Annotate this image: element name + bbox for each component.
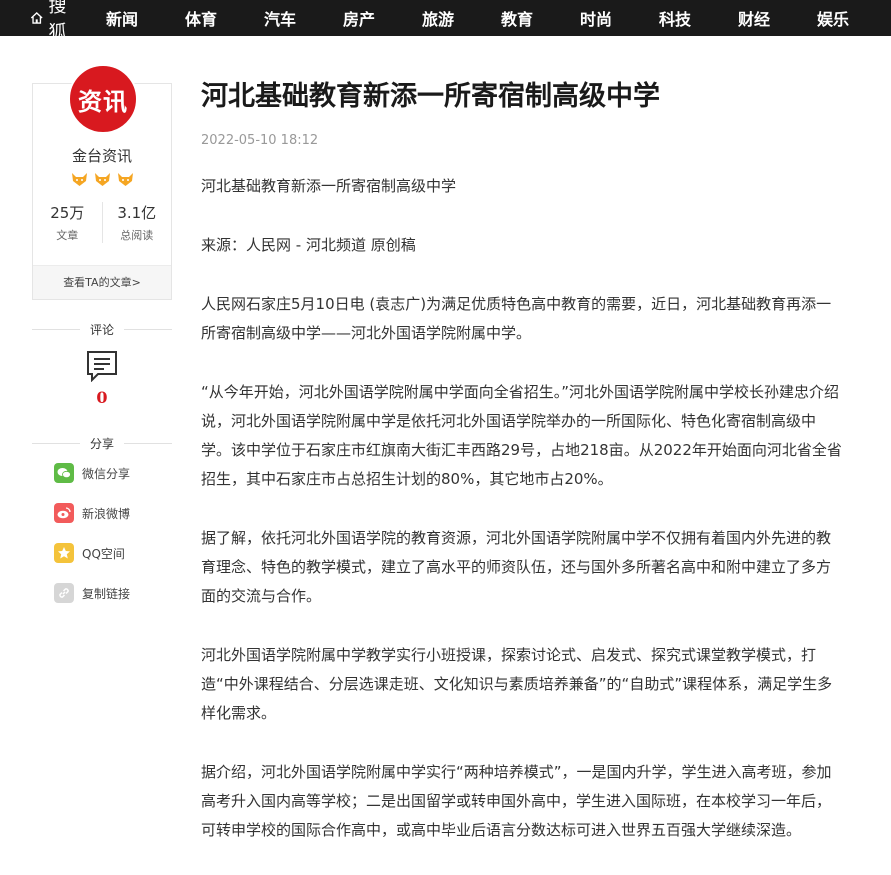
article-paragraph: 来源：人民网 - 河北频道 原创稿 (201, 236, 416, 254)
nav-item-finance[interactable]: 财经 (738, 6, 817, 30)
fox-badge-icon (117, 173, 133, 186)
top-navigation-bar: 搜狐 新闻 体育 汽车 房产 旅游 教育 时尚 科技 财经 娱乐 (0, 0, 891, 36)
sohu-logo[interactable]: 搜狐 (0, 0, 74, 36)
copy-link-button[interactable]: 复制链接 (54, 583, 130, 603)
stat-reads: 3.1亿 总阅读 (101, 202, 172, 243)
share-list: 微信分享 新浪微博 QQ空间 复制链接 (54, 463, 130, 623)
comments-title-text: 评论 (90, 322, 115, 337)
nav-item-entertainment[interactable]: 娱乐 (817, 6, 891, 30)
fox-badge-icon (71, 173, 87, 186)
article-paragraph: 据介绍，河北外国语学院附属中学实行“两种培养模式”，一是国内升学，学生进入高考班… (201, 763, 832, 839)
article-paragraph: 河北外国语学院附属中学教学实行小班授课，探索讨论式、启发式、探究式课堂教学模式，… (201, 646, 833, 722)
article-paragraph: 人民网石家庄5月10日电 (袁志广)为满足优质特色高中教育的需要，近日，河北基础… (201, 295, 832, 342)
share-weibo-label: 新浪微博 (82, 506, 131, 521)
copy-link-label: 复制链接 (82, 586, 131, 601)
view-author-articles-link[interactable]: 查看TA的文章> (33, 265, 171, 299)
share-title-text: 分享 (90, 436, 115, 451)
article-timestamp: 2022-05-10 18:12 (201, 133, 319, 148)
link-icon (54, 583, 74, 603)
share-wechat-label: 微信分享 (82, 466, 131, 481)
fox-badge-icon (94, 173, 110, 186)
article-body: 河北基础教育新添一所寄宿制高级中学 来源：人民网 - 河北频道 原创稿 人民网石… (201, 172, 843, 875)
home-icon (30, 12, 43, 24)
avatar-text: 资讯 (78, 87, 128, 116)
share-section-title: 分享 (32, 435, 172, 451)
share-qzone-button[interactable]: QQ空间 (54, 543, 130, 563)
comments-section-title: 评论 (32, 321, 172, 337)
comment-icon[interactable] (86, 350, 118, 382)
article-paragraph: “从今年开始，河北外国语学院附属中学面向全省招生。”河北外国语学院附属中学校长孙… (201, 383, 842, 488)
article-title: 河北基础教育新添一所寄宿制高级中学 (201, 81, 660, 112)
stat-articles-label: 文章 (56, 229, 79, 242)
nav-item-news[interactable]: 新闻 (106, 6, 185, 30)
article-paragraph: 据了解，依托河北外国语学院的教育资源，河北外国语学院附属中学不仅拥有着国内外先进… (201, 529, 832, 605)
nav-item-tech[interactable]: 科技 (659, 6, 738, 30)
author-card: 资讯 金台资讯 25万 文章 3.1亿 总阅读 查看TA的文章> (32, 64, 172, 300)
share-weibo-button[interactable]: 新浪微博 (54, 503, 130, 523)
qzone-icon (54, 543, 74, 563)
author-stats: 25万 文章 3.1亿 总阅读 (33, 202, 171, 243)
stat-articles: 25万 文章 (33, 202, 102, 243)
nav-item-auto[interactable]: 汽车 (264, 6, 343, 30)
author-badges (33, 172, 171, 187)
wechat-icon (54, 463, 74, 483)
share-wechat-button[interactable]: 微信分享 (54, 463, 130, 483)
stat-articles-value: 25万 (50, 204, 85, 222)
brand-name: 搜狐 (48, 0, 68, 36)
stat-reads-value: 3.1亿 (117, 204, 157, 222)
nav-item-education[interactable]: 教育 (501, 6, 580, 30)
nav-item-sports[interactable]: 体育 (185, 6, 264, 30)
stat-reads-label: 总阅读 (120, 229, 154, 242)
author-name[interactable]: 金台资讯 (33, 145, 171, 166)
share-qzone-label: QQ空间 (82, 546, 125, 561)
nav-item-fashion[interactable]: 时尚 (580, 6, 659, 30)
nav-item-travel[interactable]: 旅游 (422, 6, 501, 30)
article-paragraph: 河北基础教育新添一所寄宿制高级中学 (201, 177, 457, 195)
channel-nav: 新闻 体育 汽车 房产 旅游 教育 时尚 科技 财经 娱乐 (106, 0, 891, 36)
weibo-icon (54, 503, 74, 523)
nav-item-realestate[interactable]: 房产 (343, 6, 422, 30)
comment-count[interactable]: 0 (32, 388, 172, 407)
author-avatar[interactable]: 资讯 (68, 64, 138, 134)
